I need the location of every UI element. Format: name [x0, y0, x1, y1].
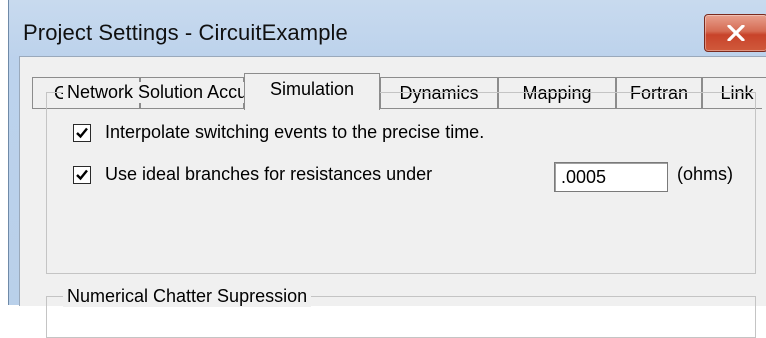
resistance-threshold-input[interactable]: .0005	[554, 162, 668, 192]
ideal-branches-checkbox[interactable]	[73, 166, 91, 184]
window-title: Project Settings - CircuitExample	[23, 20, 348, 45]
background-strip	[0, 0, 7, 305]
ideal-branches-label: Use ideal branches for resistances under	[105, 164, 433, 184]
interpolate-checkbox[interactable]	[73, 124, 91, 142]
close-button[interactable]	[704, 14, 766, 52]
checkmark-icon	[76, 169, 88, 181]
checkmark-icon	[76, 127, 88, 139]
close-icon	[727, 25, 745, 41]
interpolate-label: Interpolate switching events to the prec…	[105, 122, 485, 142]
ohms-unit-label: (ohms)	[677, 164, 734, 184]
dialog-window: Project Settings - CircuitExample Genera…	[8, 0, 766, 338]
tab-simulation[interactable]: Simulation	[244, 73, 380, 110]
chatter-title: Numerical Chatter Supression	[63, 286, 312, 307]
